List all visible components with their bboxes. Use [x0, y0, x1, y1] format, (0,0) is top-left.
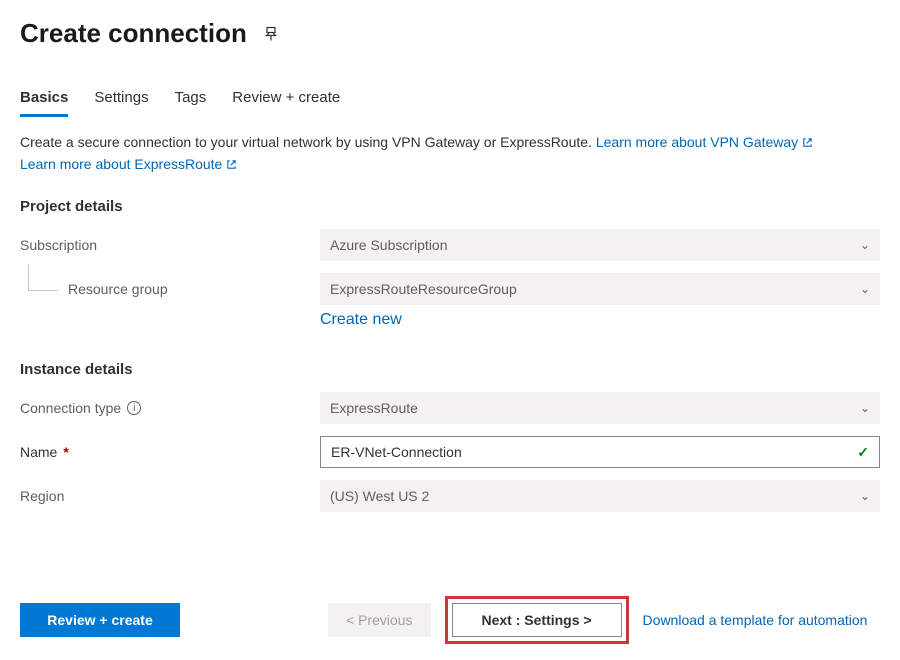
create-new-link[interactable]: Create new	[320, 311, 402, 328]
chevron-down-icon: ⌄	[860, 489, 870, 503]
intro-text: Create a secure connection to your virtu…	[20, 132, 880, 176]
info-icon[interactable]: i	[127, 401, 141, 415]
connection-type-value: ExpressRoute	[330, 400, 418, 416]
name-input[interactable]: ER-VNet-Connection ✓	[320, 436, 880, 468]
chevron-down-icon: ⌄	[860, 401, 870, 415]
subscription-select[interactable]: Azure Subscription ⌄	[320, 229, 880, 261]
tab-tags[interactable]: Tags	[175, 89, 207, 117]
chevron-down-icon: ⌄	[860, 238, 870, 252]
resource-group-label: Resource group	[68, 281, 168, 297]
subscription-label: Subscription	[20, 237, 320, 253]
tab-review-create[interactable]: Review + create	[232, 89, 340, 117]
learn-expressroute-link[interactable]: Learn more about ExpressRoute	[20, 156, 237, 172]
chevron-down-icon: ⌄	[860, 282, 870, 296]
learn-vpn-link[interactable]: Learn more about VPN Gateway	[596, 134, 813, 150]
tab-settings[interactable]: Settings	[94, 89, 148, 117]
subscription-value: Azure Subscription	[330, 237, 448, 253]
external-link-icon	[802, 133, 813, 154]
connection-type-label: Connection type i	[20, 400, 320, 416]
review-create-button[interactable]: Review + create	[20, 603, 180, 637]
external-link-icon	[226, 155, 237, 176]
footer-bar: Review + create < Previous Next : Settin…	[20, 596, 880, 644]
page-title: Create connection	[20, 18, 247, 49]
project-details-heading: Project details	[20, 198, 880, 215]
pin-icon[interactable]	[263, 26, 279, 42]
connection-type-select[interactable]: ExpressRoute ⌄	[320, 392, 880, 424]
download-template-link[interactable]: Download a template for automation	[643, 612, 868, 628]
instance-details-heading: Instance details	[20, 361, 880, 378]
name-value: ER-VNet-Connection	[331, 444, 462, 460]
tab-bar: Basics Settings Tags Review + create	[20, 89, 880, 118]
tab-basics[interactable]: Basics	[20, 89, 68, 117]
region-select[interactable]: (US) West US 2 ⌄	[320, 480, 880, 512]
resource-group-value: ExpressRouteResourceGroup	[330, 281, 517, 297]
name-label: Name	[20, 444, 320, 460]
hierarchy-line	[28, 265, 58, 291]
next-button[interactable]: Next : Settings >	[452, 603, 622, 637]
check-icon: ✓	[857, 444, 869, 461]
intro-copy: Create a secure connection to your virtu…	[20, 134, 596, 150]
resource-group-select[interactable]: ExpressRouteResourceGroup ⌄	[320, 273, 880, 305]
next-button-highlight: Next : Settings >	[445, 596, 629, 644]
region-label: Region	[20, 488, 320, 504]
previous-button: < Previous	[328, 603, 431, 637]
region-value: (US) West US 2	[330, 488, 429, 504]
